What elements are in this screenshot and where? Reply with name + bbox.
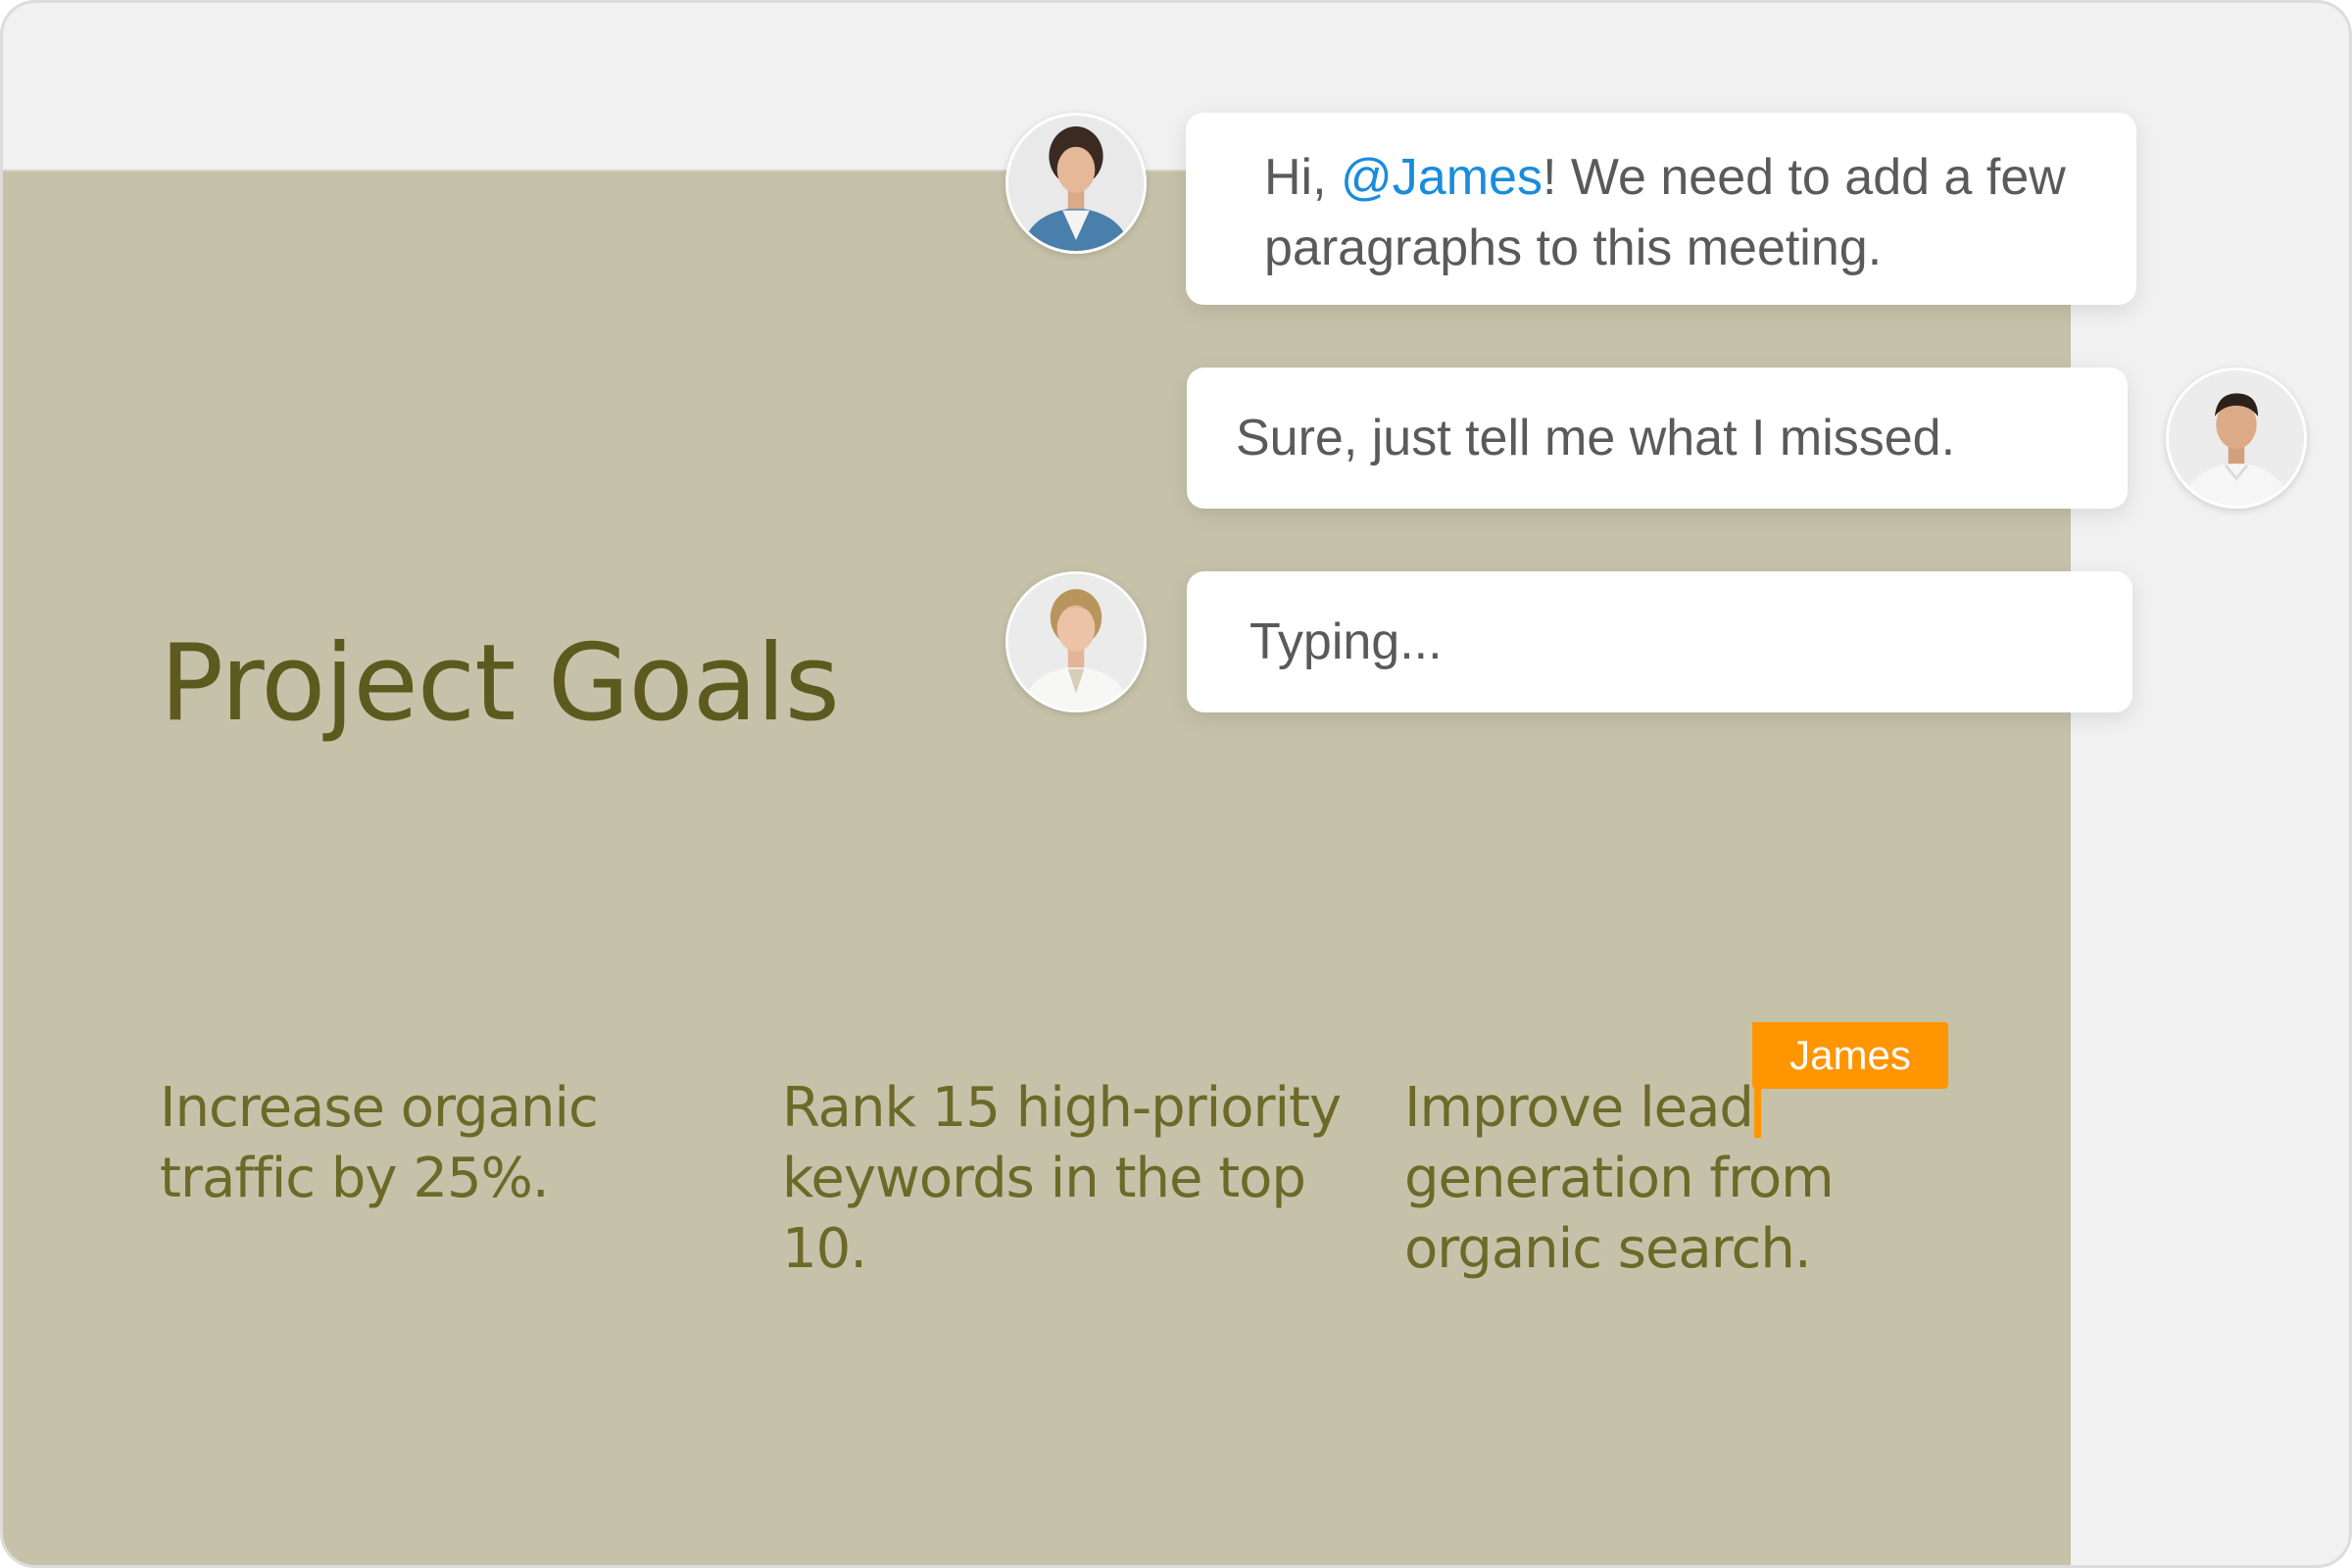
person-icon: [1008, 116, 1144, 251]
avatar-woman-blue-blazer: [1005, 113, 1147, 254]
person-icon: [1008, 574, 1144, 710]
collaborator-cursor-label: James: [1752, 1022, 1948, 1089]
app-window: Project Goals Increase organic traffic b…: [0, 0, 2352, 1568]
person-icon: [2169, 370, 2304, 506]
message-text-start: Hi,: [1264, 149, 1341, 206]
goal-item-traffic[interactable]: Increase organic traffic by 25%.: [160, 1073, 728, 1214]
chat-typing-indicator: Typing...: [1187, 571, 2132, 712]
goal-item-lead-generation[interactable]: Improve lead generation from organic sea…: [1404, 1073, 1973, 1285]
avatar-woman-white-blazer: [1005, 571, 1147, 712]
slide-title[interactable]: Project Goals: [160, 622, 840, 745]
mention-link-james[interactable]: @James: [1341, 149, 1543, 206]
goal-item-keywords[interactable]: Rank 15 high-priority keywords in the to…: [782, 1073, 1350, 1285]
chat-message-reply: Sure, just tell me what I missed.: [1187, 368, 2128, 509]
typing-text: Typing...: [1250, 613, 1443, 670]
avatar-man-white-shirt: [2166, 368, 2307, 509]
chat-message-request: Hi, @James! We need to add a few paragra…: [1186, 113, 2136, 305]
message-text: Sure, just tell me what I missed.: [1236, 410, 1956, 466]
